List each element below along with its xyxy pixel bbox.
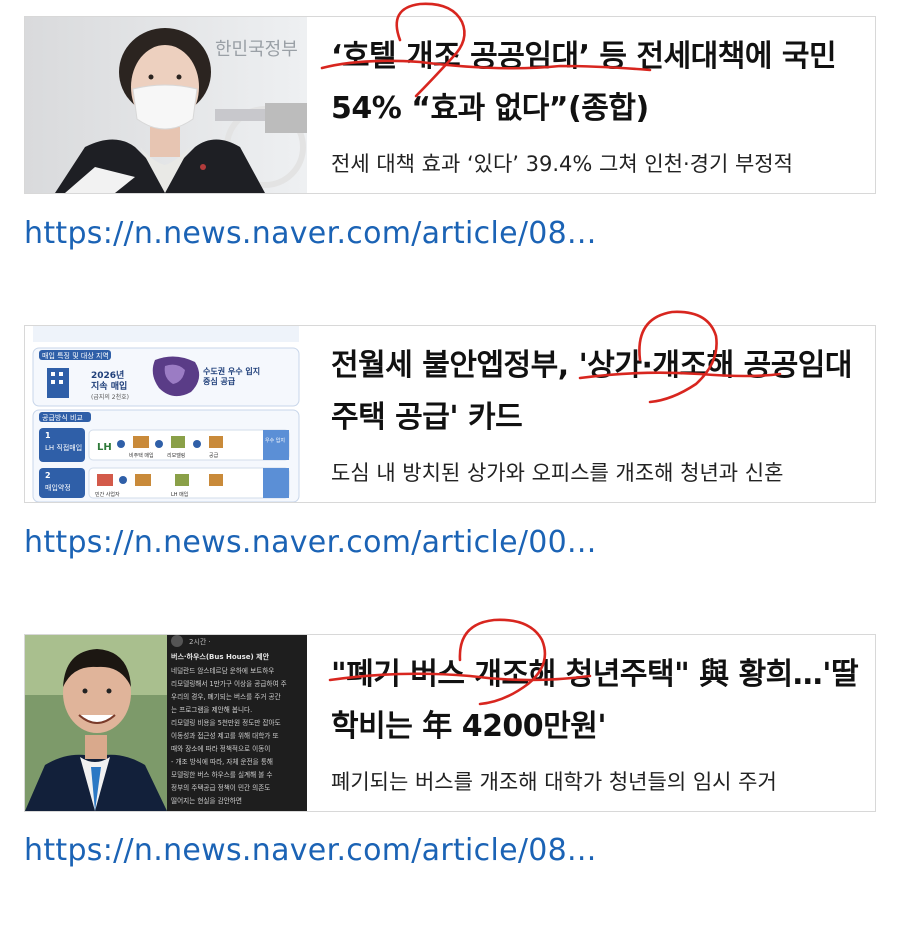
svg-text:리모델링 비용을 5천만원 정도만 잡아도: 리모델링 비용을 5천만원 정도만 잡아도: [171, 718, 281, 727]
infographic-step-b: 리모델링: [167, 452, 185, 459]
article-link-2[interactable]: https://n.news.naver.com/article/00...: [24, 525, 597, 560]
article-title-1: ‘호텔 개조 공공임대’ 등 전세대책에 국민 54% “효과 없다”(종합): [331, 39, 837, 126]
svg-text:때와 장소에 따라 정책적으로 이동이: 때와 장소에 따라 정책적으로 이동이: [171, 744, 270, 753]
article-description-2: 도심 내 방치된 상가와 오피스를 개조해 청년과 신혼: [331, 461, 784, 485]
svg-text:는 프로그램을 제안해 봅니다.: 는 프로그램을 제안해 봅니다.: [171, 705, 252, 714]
article-title-3: "폐기 버스 개조해 청년주택" 與 황희…'딸 학비는 年 4200만원': [331, 657, 859, 744]
article-link-1[interactable]: https://n.news.naver.com/article/08...: [24, 216, 597, 251]
svg-text:모델링한 버스 하우스를 실계해 볼 수: 모델링한 버스 하우스를 실계해 볼 수: [171, 770, 272, 779]
svg-text:떨어지는 현실을 감안하면: 떨어지는 현실을 감안하면: [171, 796, 242, 805]
infographic-year-note: (급지의 2천호): [91, 393, 129, 401]
svg-text:정부의 주택공급 정책이 민간 의존도: 정부의 주택공급 정책이 민간 의존도: [171, 783, 270, 792]
post-heading: 버스·하우스(Bus House) 제안: [171, 652, 270, 661]
infographic-year: 2026년: [91, 369, 124, 381]
article-thumbnail-2: 매입 특징 및 대상 지역 2026년 지속 매입 (급지의 2천호) 수도권 …: [25, 326, 307, 502]
article-link-3[interactable]: https://n.news.naver.com/article/08...: [24, 833, 597, 868]
article-thumbnail-1: 한민국정부: [25, 17, 307, 193]
infographic-side-note: 우수 입지: [265, 437, 285, 444]
article-thumbnail-3: 2시간 · 버스·하우스(Bus House) 제안 네덜란드 암스테르담 운하…: [25, 635, 307, 811]
infographic-year-sub: 지속 매입: [91, 380, 127, 392]
infographic-region2: 중심 공급: [203, 376, 236, 386]
infographic-row1-label: LH 직접매입: [45, 443, 82, 452]
infographic-step-c: 공급: [209, 453, 219, 459]
post-time: 2시간 ·: [189, 637, 211, 646]
svg-text:이동성과 접근성 제고를 위해 대학가 또: 이동성과 접근성 제고를 위해 대학가 또: [171, 731, 279, 740]
article-description-3: 폐기되는 버스를 개조해 대학가 청년들의 임시 주거: [331, 770, 777, 794]
infographic-row2-num: 2: [45, 471, 51, 480]
infographic-row1-num: 1: [45, 431, 51, 440]
article-description-1: 전세 대책 효과 ‘있다’ 39.4% 그쳐 인천·경기 부정적: [331, 152, 793, 176]
article-card-1[interactable]: 한민국정부 ‘호텔 개조 공공임대’ 등 전세대책에 국민 54% “효과 없다…: [24, 16, 876, 194]
infographic-bottom-a: 민간 사업자: [95, 491, 120, 498]
article-title-2: 전월세 불안엡정부, '상가·개조해 공공임대주택 공급' 카드: [331, 348, 853, 435]
infographic-bottom-b: LH 매입: [171, 491, 188, 498]
svg-text:리모델링해서 1만가구 이상을 공급하여 주: 리모델링해서 1만가구 이상을 공급하여 주: [171, 679, 287, 688]
article-card-3[interactable]: 2시간 · 버스·하우스(Bus House) 제안 네덜란드 암스테르담 운하…: [24, 634, 876, 812]
infographic-region1: 수도권 우수 입지: [203, 366, 260, 376]
infographic-section2-title: 공급방식 비교: [42, 413, 83, 422]
article-card-2[interactable]: 매입 특징 및 대상 지역 2026년 지속 매입 (급지의 2천호) 수도권 …: [24, 325, 876, 503]
infographic-section1-title: 매입 특징 및 대상 지역: [42, 351, 109, 360]
svg-text:- 개조 방식에 따라, 자체 운전을 통해: - 개조 방식에 따라, 자체 운전을 통해: [171, 757, 273, 766]
infographic-step-a: 비주택 매입: [129, 452, 154, 459]
infographic-lh-logo: LH: [97, 442, 112, 453]
post-lines: 네덜란드 암스테르담 운하에 보트하우 리모델링해서 1만가구 이상을 공급하여…: [171, 666, 287, 805]
svg-text:우리의 경우, 폐기되는 버스를 주거 공간: 우리의 경우, 폐기되는 버스를 주거 공간: [171, 692, 281, 701]
thumb-backdrop-text: 한민국정부: [215, 39, 298, 60]
infographic-row2-label: 매입약정: [45, 483, 71, 492]
svg-text:네덜란드 암스테르담 운하에 보트하우: 네덜란드 암스테르담 운하에 보트하우: [171, 666, 274, 675]
